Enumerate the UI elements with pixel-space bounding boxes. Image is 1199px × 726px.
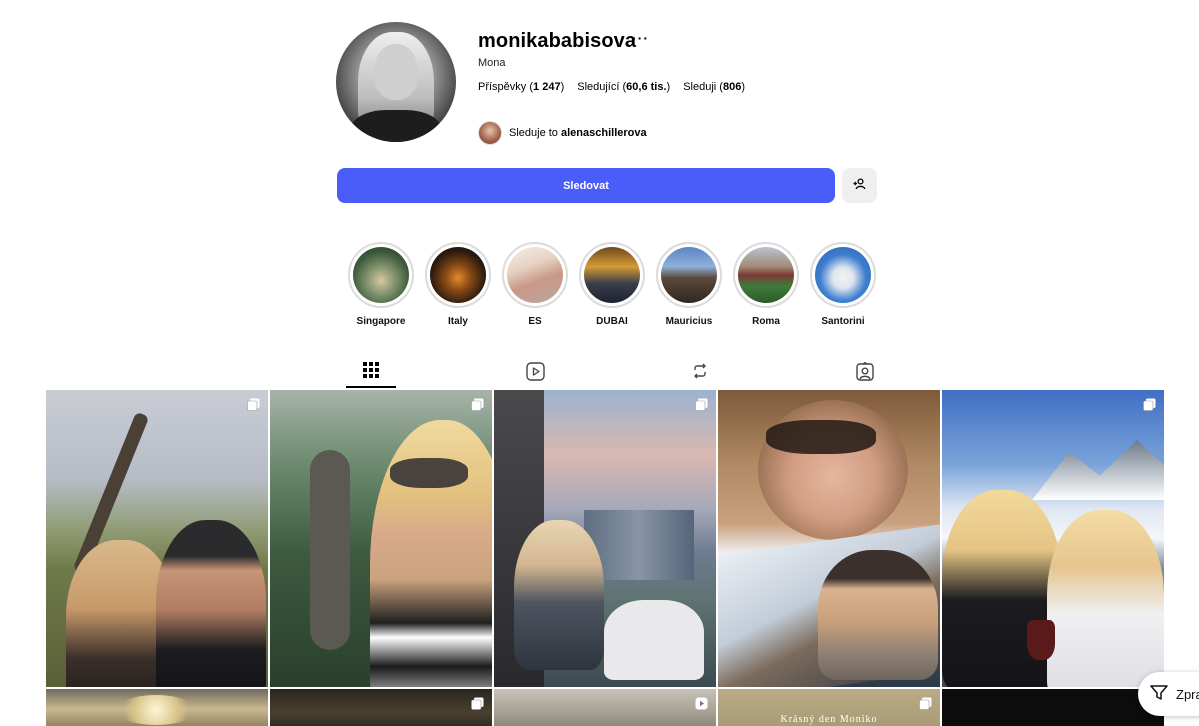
highlight-singapore[interactable]: Singapore <box>348 242 414 327</box>
stat-followers[interactable]: Sledující (60,6 tis.) <box>577 81 670 93</box>
carousel-icon <box>471 398 484 411</box>
stat-following-value: 806 <box>722 81 742 93</box>
highlight-cover <box>507 247 563 303</box>
followed-by-username: alenaschillerova <box>561 127 647 139</box>
stat-followers-label: Sledující <box>577 81 620 93</box>
highlight-es[interactable]: ES <box>502 242 568 327</box>
post-figure <box>1027 620 1055 660</box>
tab-tagged[interactable] <box>840 358 890 388</box>
carousel-icon <box>471 697 484 710</box>
post-tile[interactable] <box>718 390 940 687</box>
stat-posts-value: 1 247 <box>533 81 561 93</box>
translate-button[interactable]: Zpra <box>1138 672 1199 716</box>
post-tile[interactable]: Krásný den Moniko <box>718 689 940 726</box>
post-figure <box>1047 510 1164 687</box>
post-tile[interactable] <box>46 689 268 726</box>
carousel-icon <box>1143 398 1156 411</box>
highlight-cover <box>584 247 640 303</box>
highlight-ring <box>348 242 414 308</box>
follow-button[interactable]: Sledovat <box>337 168 835 203</box>
highlight-label: Singapore <box>356 316 406 327</box>
person-add-icon <box>853 177 866 195</box>
reel-icon <box>695 697 708 710</box>
more-options-button[interactable]: ··· <box>632 30 649 46</box>
highlight-ring <box>656 242 722 308</box>
posts-grid: Krásný den Moniko <box>46 390 1165 726</box>
highlight-label: DUBAI <box>596 316 628 327</box>
highlight-cover <box>738 247 794 303</box>
post-figure <box>116 695 196 725</box>
highlight-cover <box>815 247 871 303</box>
highlight-ring <box>425 242 491 308</box>
post-tile[interactable] <box>942 689 1164 726</box>
post-tile[interactable] <box>46 390 268 687</box>
reels-icon <box>526 362 545 386</box>
translate-label: Zpra <box>1176 686 1199 702</box>
tab-posts[interactable] <box>346 358 396 388</box>
tab-reposts[interactable] <box>675 358 725 388</box>
followed-by-avatar <box>478 121 502 145</box>
post-tile[interactable] <box>494 390 716 687</box>
highlight-label: Santorini <box>821 316 865 327</box>
post-figure <box>514 520 604 670</box>
filter-icon <box>1150 684 1168 704</box>
grid-icon <box>363 362 379 383</box>
stat-following-label: Sleduji <box>683 81 717 93</box>
carousel-icon <box>247 398 260 411</box>
highlight-mauricius[interactable]: Mauricius <box>656 242 722 327</box>
profile-avatar[interactable] <box>336 22 456 142</box>
tagged-icon <box>856 361 874 386</box>
stat-posts[interactable]: Příspěvky (1 247) <box>478 81 564 93</box>
highlight-cover <box>661 247 717 303</box>
followed-by-prefix: Sleduje to <box>509 127 558 139</box>
post-figure <box>818 550 938 680</box>
story-highlights: Singapore Italy ES DUBAI Mauricius Roma … <box>348 242 876 327</box>
highlight-cover <box>353 247 409 303</box>
highlight-italy[interactable]: Italy <box>425 242 491 327</box>
stat-followers-value: 60,6 tis. <box>626 81 667 93</box>
tab-reels[interactable] <box>511 358 561 388</box>
highlight-label: Italy <box>447 316 468 327</box>
avatar-body <box>350 110 442 142</box>
post-figure <box>156 520 266 687</box>
post-tile[interactable] <box>270 390 492 687</box>
post-tile[interactable] <box>270 689 492 726</box>
profile-full-name: Mona <box>478 57 506 69</box>
highlight-ring <box>810 242 876 308</box>
post-figure <box>604 600 704 680</box>
highlight-ring <box>733 242 799 308</box>
highlight-ring <box>579 242 645 308</box>
repost-icon <box>691 362 709 385</box>
highlight-dubai[interactable]: DUBAI <box>579 242 645 327</box>
carousel-icon <box>695 398 708 411</box>
post-figure <box>390 458 468 488</box>
post-figure <box>1032 440 1164 500</box>
suggested-accounts-button[interactable] <box>842 168 877 203</box>
post-figure <box>766 420 876 454</box>
avatar-face <box>374 44 418 100</box>
post-tile[interactable] <box>942 390 1164 687</box>
highlight-roma[interactable]: Roma <box>733 242 799 327</box>
carousel-icon <box>919 697 932 710</box>
post-figure <box>310 450 350 650</box>
profile-username: monikababisova <box>478 30 637 52</box>
highlight-cover <box>430 247 486 303</box>
profile-tabs <box>294 358 918 388</box>
post-caption: Krásný den Moniko <box>780 714 878 725</box>
stat-posts-label: Příspěvky <box>478 81 527 93</box>
highlight-label: Mauricius <box>665 316 713 327</box>
followed-by[interactable]: Sleduje to alenaschillerova <box>478 121 647 145</box>
post-tile[interactable] <box>494 689 716 726</box>
stat-following[interactable]: Sleduji (806) <box>683 81 745 93</box>
highlight-label: ES <box>528 316 542 327</box>
highlight-santorini[interactable]: Santorini <box>810 242 876 327</box>
profile-stats: Příspěvky (1 247) Sledující (60,6 tis.) … <box>478 81 745 93</box>
highlight-ring <box>502 242 568 308</box>
highlight-label: Roma <box>752 316 780 327</box>
